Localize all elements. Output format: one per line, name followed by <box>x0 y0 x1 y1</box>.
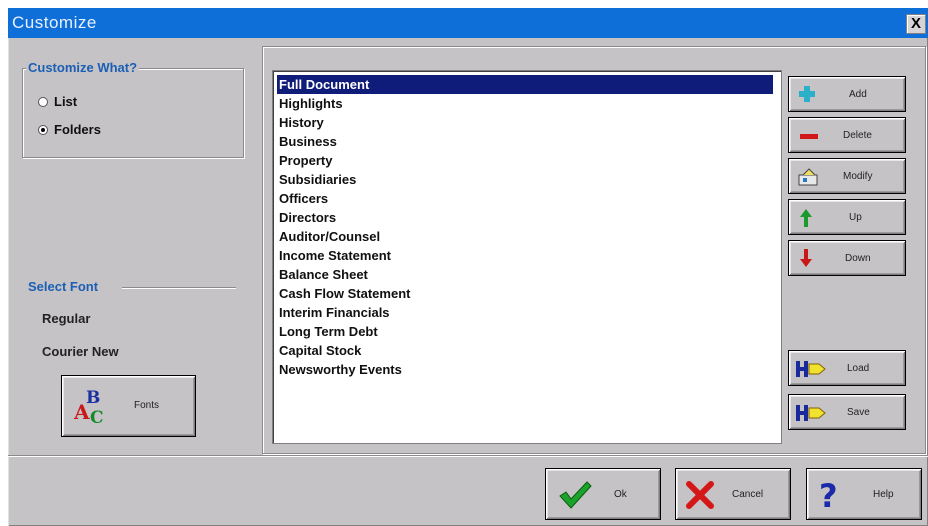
minus-icon <box>800 134 818 139</box>
customize-what-group <box>22 68 244 158</box>
fonts-button-label: Fonts <box>134 400 160 411</box>
footer-separator <box>8 455 928 456</box>
modify-button-label: Modify <box>843 171 873 182</box>
font-family: Courier New <box>42 344 119 359</box>
select-font-divider <box>122 287 236 288</box>
list-item[interactable]: Cash Flow Statement <box>277 284 773 303</box>
load-icon <box>796 361 826 377</box>
radio-list-label: List <box>54 94 78 109</box>
down-button-label: Down <box>845 253 871 264</box>
svg-text:?: ? <box>819 478 838 512</box>
x-cancel-icon <box>686 481 714 509</box>
edit-icon <box>798 168 818 186</box>
radio-folders[interactable]: Folders <box>38 122 101 137</box>
plus-icon <box>799 86 815 102</box>
add-button[interactable]: Add <box>788 76 906 112</box>
close-button[interactable]: X <box>906 14 926 34</box>
delete-button-label: Delete <box>843 130 872 141</box>
modify-button[interactable]: Modify <box>788 158 906 194</box>
list-item[interactable]: Full Document <box>277 75 773 94</box>
list-item[interactable]: Income Statement <box>277 246 773 265</box>
list-item[interactable]: Interim Financials <box>277 303 773 322</box>
add-button-label: Add <box>849 89 867 100</box>
fonts-icon: B A C <box>73 388 104 427</box>
customize-what-label: Customize What? <box>26 60 140 75</box>
font-style: Regular <box>42 311 91 326</box>
load-button[interactable]: Load <box>788 350 906 386</box>
radio-list-dot[interactable] <box>38 96 48 107</box>
list-item[interactable]: Newsworthy Events <box>277 360 773 379</box>
list-item[interactable]: Directors <box>277 208 773 227</box>
cancel-button-label: Cancel <box>732 489 764 500</box>
question-mark-icon: ? <box>819 478 838 512</box>
list-item[interactable]: Business <box>277 132 773 151</box>
save-icon <box>796 405 826 421</box>
list-item[interactable]: Subsidiaries <box>277 170 773 189</box>
svg-text:C: C <box>90 408 104 427</box>
list-item[interactable]: Capital Stock <box>277 341 773 360</box>
fonts-button[interactable]: B A C Fonts <box>61 375 196 437</box>
ok-button-label: Ok <box>614 489 627 500</box>
select-font-label: Select Font <box>26 279 101 294</box>
checkmark-icon <box>559 481 592 509</box>
delete-button[interactable]: Delete <box>788 117 906 153</box>
arrow-down-icon <box>800 249 812 267</box>
list-item[interactable]: History <box>277 113 773 132</box>
list-item[interactable]: Highlights <box>277 94 773 113</box>
list-item[interactable]: Balance Sheet <box>277 265 773 284</box>
svg-text:A: A <box>73 400 90 424</box>
radio-folders-dot[interactable] <box>38 124 48 135</box>
save-button[interactable]: Save <box>788 394 906 430</box>
up-button[interactable]: Up <box>788 199 906 235</box>
list-item[interactable]: Auditor/Counsel <box>277 227 773 246</box>
help-button[interactable]: ? Help <box>806 468 922 520</box>
radio-folders-label: Folders <box>54 122 101 137</box>
list-item[interactable]: Officers <box>277 189 773 208</box>
load-button-label: Load <box>847 363 870 374</box>
down-button[interactable]: Down <box>788 240 906 276</box>
customize-dialog: Customize X Customize What? List Folders… <box>8 8 928 526</box>
title-bar[interactable]: Customize X <box>8 8 928 38</box>
help-button-label: Help <box>873 489 894 500</box>
cancel-button[interactable]: Cancel <box>675 468 791 520</box>
list-item[interactable]: Property <box>277 151 773 170</box>
window-title: Customize <box>12 13 97 32</box>
list-item[interactable]: Long Term Debt <box>277 322 773 341</box>
up-button-label: Up <box>849 212 862 223</box>
save-button-label: Save <box>847 407 870 418</box>
section-listbox[interactable]: Full Document Highlights History Busines… <box>272 70 782 444</box>
ok-button[interactable]: Ok <box>545 468 661 520</box>
radio-list[interactable]: List <box>38 94 77 109</box>
arrow-up-icon <box>800 209 812 227</box>
